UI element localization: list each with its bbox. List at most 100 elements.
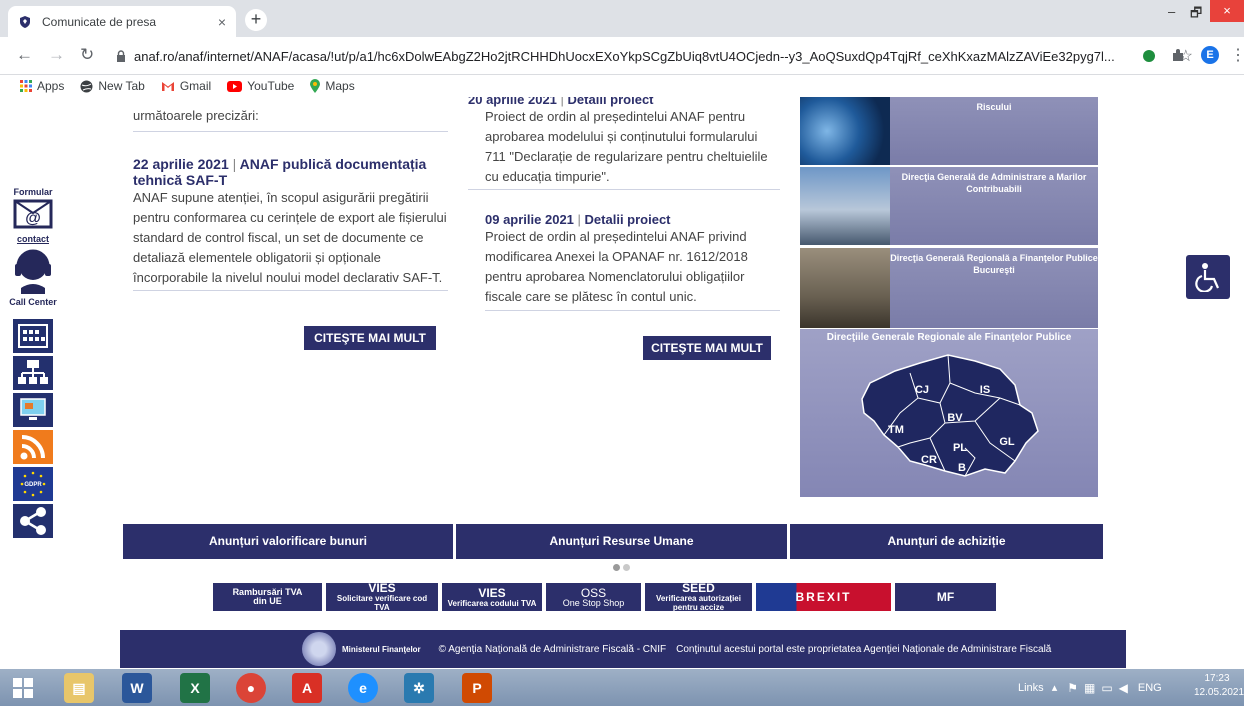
banner-seed[interactable]: SEED Verificarea autorizației pentru acc… (645, 582, 752, 612)
announcements-row: Anunțuri valorificare bunuri Anunțuri Re… (123, 524, 1105, 559)
romania-map[interactable]: CJ IS BV TM GL PL CR B (800, 343, 1098, 493)
gdpr-icon[interactable]: GDPR (13, 467, 53, 501)
region-label: IS (980, 384, 990, 396)
call-center-label: Call Center (9, 297, 57, 307)
links-toolbar[interactable]: Links (1018, 682, 1044, 694)
minimize-button[interactable]: – (1168, 4, 1175, 19)
contact-label[interactable]: contact (4, 234, 62, 244)
bookmark-label: Gmail (179, 79, 212, 93)
extension-leaf-icon[interactable] (1141, 48, 1157, 64)
directorate-large-taxpayers[interactable]: Direcţia Generală de Administrare a Mari… (800, 167, 1098, 245)
excel-icon[interactable]: X (180, 673, 210, 703)
tab-comunicate[interactable]: Comunicate de presa × (8, 6, 236, 37)
banner-oss[interactable]: OSS One Stop Shop (546, 583, 641, 611)
call-center-headset-icon[interactable] (11, 244, 55, 300)
map-title: Direcţiile Generale Regionale ale Finanţ… (826, 332, 1072, 343)
pager-dot[interactable] (623, 564, 630, 571)
tab-close-icon[interactable]: × (218, 14, 226, 30)
extensions-puzzle-icon[interactable] (1170, 48, 1186, 64)
news-item: 22 aprilie 2021 | ANAF publică documenta… (133, 156, 448, 291)
news-item-top: 20 aprilie 2021 | Detalii proiect Proiec… (468, 97, 780, 190)
apps-grid-icon (20, 80, 32, 92)
announcements-hr-button[interactable]: Anunțuri Resurse Umane (456, 524, 787, 559)
news-separator: | (232, 156, 237, 172)
details-link[interactable]: Detalii proiect (585, 212, 671, 227)
banner-vies-check[interactable]: VIES Verificarea codului TVA (442, 583, 542, 611)
region-label: PL (953, 442, 967, 454)
address-bar: ← → ↻ anaf.ro/anaf/internet/ANAF/acasa/!… (0, 37, 1244, 75)
new-tab-button[interactable]: + (245, 9, 267, 31)
banner-title: OSS (580, 585, 607, 600)
bookmark-new-tab[interactable]: New Tab (80, 79, 145, 93)
pager-dot[interactable] (613, 564, 620, 571)
region-label: CJ (915, 384, 929, 396)
read-more-button-left[interactable]: CITEŞTE MAI MULT (304, 326, 436, 350)
clock-date: 12.05.2021 (1194, 687, 1244, 698)
reload-icon[interactable]: ↻ (80, 45, 94, 65)
svg-text:@: @ (25, 210, 41, 227)
windows-taskbar: ▤ W X ● A e ✲ P Links ▴ ⚑ ▦ ▭ ◀ ENG 17:2… (0, 669, 1244, 706)
read-more-button-right[interactable]: CITEŞTE MAI MULT (643, 336, 771, 360)
url-text: anaf.ro/anaf/internet/ANAF/acasa/!ut/p/a… (134, 48, 1115, 64)
news-date: 22 aprilie 2021 (133, 156, 229, 172)
forward-arrow-icon[interactable]: → (48, 45, 65, 65)
envelope-at-icon[interactable]: @ (13, 197, 53, 229)
directorate-bucharest[interactable]: Direcţia Generală Regională a Finanţelor… (800, 248, 1098, 328)
ministry-label[interactable]: Ministerul Finanţelor (342, 645, 421, 654)
org-chart-icon[interactable] (13, 356, 53, 390)
bookmark-maps[interactable]: Maps (310, 79, 355, 93)
start-button[interactable] (8, 673, 38, 703)
bookmark-label: Maps (325, 79, 355, 93)
bookmark-youtube[interactable]: YouTube (227, 79, 294, 93)
powerpoint-icon[interactable]: P (462, 673, 492, 703)
banner-subtitle: Solicitare verificare cod TVA (336, 594, 428, 612)
news-body: Proiect de ordin al președintelui ANAF p… (485, 227, 780, 311)
banner-mf[interactable]: MF (895, 583, 996, 611)
rss-icon[interactable] (13, 430, 53, 464)
directorates-panel: Riscului Direcţia Generală de Administra… (800, 97, 1098, 497)
display-icon[interactable]: ▭ (1101, 681, 1112, 695)
region-label: BV (947, 412, 963, 424)
banner-vat-refund[interactable]: Rambursări TVA din UE (213, 583, 322, 611)
volume-icon[interactable]: ◀ (1119, 681, 1128, 695)
copyright-text: © Agenţia Naţională de Administrare Fisc… (438, 643, 667, 655)
news-date: 09 aprilie 2021 (485, 212, 574, 227)
bookmark-gmail[interactable]: Gmail (161, 79, 211, 93)
acrobat-icon[interactable]: A (292, 673, 322, 703)
url-field[interactable]: anaf.ro/anaf/internet/ANAF/acasa/!ut/p/a… (108, 42, 1193, 70)
network-app-icon[interactable]: ✲ (404, 673, 434, 703)
file-explorer-icon[interactable]: ▤ (64, 673, 94, 703)
clock[interactable]: 17:23 12.05.2021 (1194, 672, 1244, 700)
shield-favicon-icon (20, 15, 30, 28)
back-arrow-icon[interactable]: ← (16, 45, 33, 65)
announcements-assets-button[interactable]: Anunțuri valorificare bunuri (123, 524, 453, 559)
directorate-risk[interactable]: Riscului (800, 97, 1098, 165)
menu-dots-icon[interactable]: ⋮ (1230, 45, 1244, 65)
maximize-button[interactable]: 🗗 (1190, 4, 1202, 26)
internet-explorer-icon[interactable]: e (348, 673, 378, 703)
city-photo (800, 167, 890, 245)
tray-arrow-icon[interactable]: ▴ (1052, 681, 1058, 694)
share-icon[interactable] (13, 504, 53, 538)
calendar-grid-icon[interactable] (13, 319, 53, 353)
accessibility-button[interactable] (1186, 255, 1230, 299)
bookmark-apps[interactable]: Apps (20, 79, 64, 93)
monitor-icon[interactable] (13, 393, 53, 427)
word-icon[interactable]: W (122, 673, 152, 703)
details-link[interactable]: Detalii proiect (568, 97, 654, 107)
network-icon[interactable]: ▦ (1084, 681, 1095, 695)
announcements-procurement-button[interactable]: Anunțuri de achiziție (790, 524, 1103, 559)
banner-vies-request[interactable]: VIES Solicitare verificare cod TVA (326, 582, 438, 612)
directorate-label: Riscului (890, 97, 1098, 165)
language-indicator[interactable]: ENG (1138, 682, 1162, 694)
chrome-icon[interactable]: ● (236, 673, 266, 703)
tab-strip: Comunicate de presa × + – 🗗 × (0, 0, 1244, 37)
profile-avatar[interactable]: E (1201, 46, 1219, 64)
window-close-button[interactable]: × (1210, 0, 1244, 22)
carousel-pager (613, 564, 633, 571)
news-column-right: 20 aprilie 2021 | Detalii proiect Proiec… (468, 97, 780, 311)
banner-brexit[interactable]: BREXIT (756, 583, 891, 611)
flag-icon[interactable]: ⚑ (1067, 681, 1078, 695)
romania-map-box: Direcţiile Generale Regionale ale Finanţ… (800, 329, 1098, 497)
bookmark-label: YouTube (247, 79, 295, 93)
